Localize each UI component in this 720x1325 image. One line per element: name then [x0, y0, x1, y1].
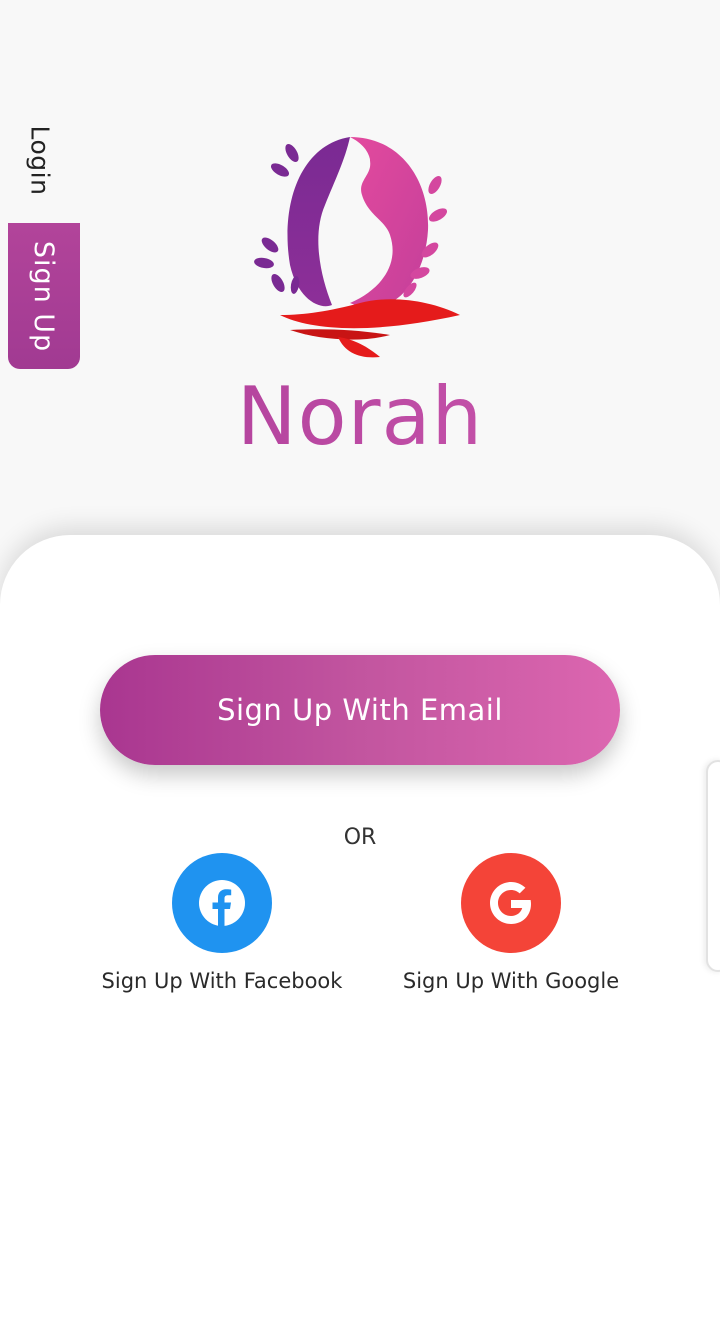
- tab-signup[interactable]: Sign Up: [8, 223, 80, 369]
- facebook-icon: [172, 853, 272, 953]
- edge-drawer-handle[interactable]: [706, 760, 720, 972]
- pregnant-woman-logo-icon: [250, 125, 470, 365]
- signup-screen: Login Sign Up Norah Sign Up With Email O…: [0, 0, 720, 1325]
- tab-signup-label: Sign Up: [28, 240, 60, 352]
- facebook-label: Sign Up With Facebook: [101, 969, 343, 993]
- tab-login[interactable]: Login: [8, 112, 72, 208]
- google-icon: [461, 853, 561, 953]
- signup-card: Sign Up With Email OR Sign Up With Faceb…: [0, 535, 720, 1325]
- signup-google-button[interactable]: Sign Up With Google: [371, 853, 651, 993]
- signup-facebook-button[interactable]: Sign Up With Facebook: [82, 853, 362, 993]
- signup-email-button[interactable]: Sign Up With Email: [100, 655, 620, 765]
- tab-login-label: Login: [25, 125, 55, 195]
- or-divider: OR: [343, 825, 377, 850]
- brand-name: Norah: [0, 370, 720, 463]
- google-label: Sign Up With Google: [402, 969, 620, 993]
